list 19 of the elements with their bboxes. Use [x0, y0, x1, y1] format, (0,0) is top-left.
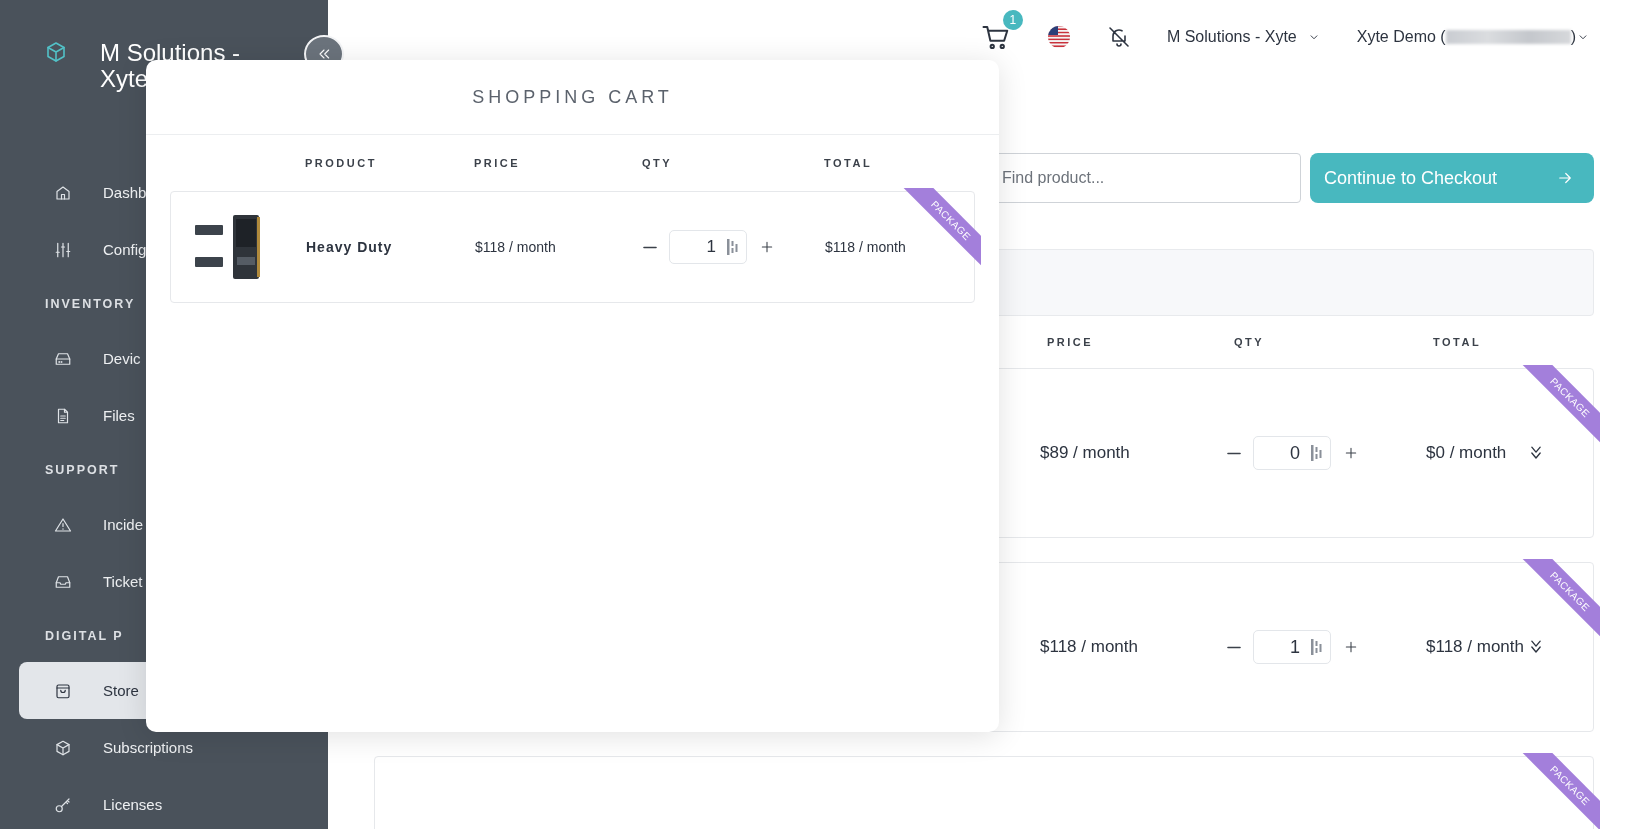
total-text: $118 / month — [825, 239, 907, 255]
column-header: QTY — [642, 157, 674, 169]
column-header: PRICE — [474, 157, 522, 169]
column-header: QTY — [1233, 336, 1266, 348]
price-text: $89 / month — [1040, 443, 1131, 463]
section-label: SUPPORT — [45, 463, 120, 477]
column-header: PRODUCT — [305, 157, 378, 169]
price-text: $118 / month — [1040, 637, 1139, 657]
total-text: $118 / month — [1426, 637, 1525, 657]
section-label: INVENTORY — [45, 297, 136, 311]
column-header: TOTAL — [1432, 336, 1483, 348]
cart-count-badge: 1 — [1002, 10, 1023, 30]
popover-title: SHOPPING CART — [472, 86, 673, 108]
column-header: PRICE — [1046, 336, 1095, 348]
column-header: TOTAL — [824, 157, 874, 169]
total-text: $0 / month — [1426, 443, 1508, 463]
price-text: $118 / month — [475, 239, 557, 255]
product-name: Heavy Duty — [306, 239, 394, 255]
section-label: DIGITAL P — [45, 629, 124, 643]
